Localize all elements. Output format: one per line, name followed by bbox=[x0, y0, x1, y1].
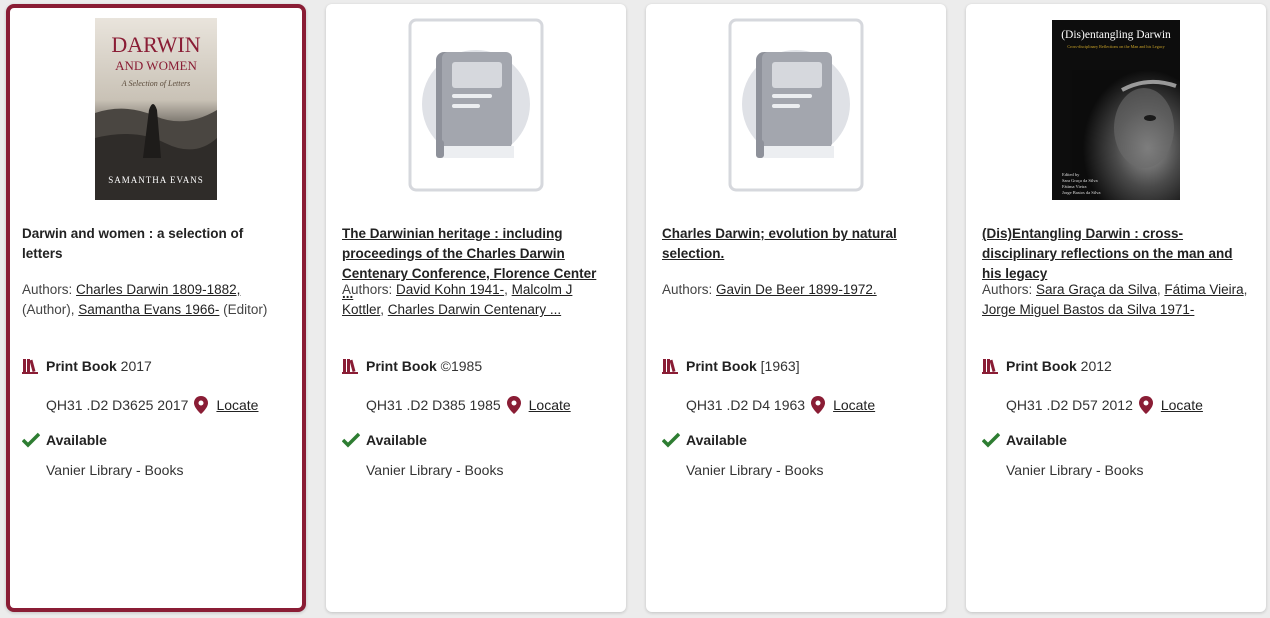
checkmark-icon bbox=[22, 432, 40, 448]
book-cover[interactable] bbox=[646, 18, 946, 200]
map-pin-icon bbox=[506, 396, 521, 414]
publication-year: 2012 bbox=[1080, 358, 1112, 374]
book-cover[interactable]: DARWIN AND WOMEN A Selection of Letters … bbox=[10, 18, 302, 200]
author-link[interactable]: Fátima Vieira bbox=[1164, 282, 1243, 297]
locate-link[interactable]: Locate bbox=[216, 397, 258, 413]
result-title[interactable]: Darwin and women : a selection of letter… bbox=[22, 224, 282, 264]
locate-link[interactable]: Locate bbox=[529, 397, 571, 413]
call-number: QH31 .D2 D57 2012 bbox=[1006, 397, 1133, 413]
author-role: (Editor) bbox=[223, 302, 268, 317]
availability-row: Available bbox=[22, 432, 107, 448]
authors-label: Authors: bbox=[662, 282, 713, 297]
author-link[interactable]: Gavin De Beer 1899-1972. bbox=[716, 282, 877, 297]
author-link[interactable]: Charles Darwin 1809-1882, bbox=[76, 282, 240, 297]
author-link[interactable]: Sara Graça da Silva bbox=[1036, 282, 1157, 297]
availability-status: Available bbox=[366, 432, 427, 448]
availability-status: Available bbox=[686, 432, 747, 448]
checkmark-icon bbox=[662, 432, 680, 448]
availability-row: Available bbox=[662, 432, 747, 448]
map-pin-icon bbox=[1138, 396, 1153, 414]
publication-year: [1963] bbox=[760, 358, 800, 374]
availability-status: Available bbox=[46, 432, 107, 448]
cover-editor: Sara Graça da Silva bbox=[1062, 178, 1098, 183]
publication-year: 2017 bbox=[120, 358, 152, 374]
books-icon bbox=[982, 359, 998, 374]
library-location: Vanier Library - Books bbox=[686, 462, 824, 478]
locate-link[interactable]: Locate bbox=[1161, 397, 1203, 413]
result-title[interactable]: (Dis)Entangling Darwin : cross-disciplin… bbox=[982, 224, 1246, 284]
library-location: Vanier Library - Books bbox=[366, 462, 504, 478]
result-title[interactable]: Charles Darwin; evolution by natural sel… bbox=[662, 224, 926, 264]
result-card[interactable]: DARWIN AND WOMEN A Selection of Letters … bbox=[6, 4, 306, 612]
locate-link[interactable]: Locate bbox=[833, 397, 875, 413]
authors-list: Authors: Gavin De Beer 1899-1972. bbox=[662, 280, 928, 300]
library-location: Vanier Library - Books bbox=[46, 462, 184, 478]
result-card[interactable]: (Dis)entangling Darwin Cross-disciplinar… bbox=[966, 4, 1266, 612]
cover-editor: Jorge Bastos da Silva bbox=[1062, 190, 1101, 195]
publication-year: ©1985 bbox=[440, 358, 483, 374]
authors-label: Authors: bbox=[22, 282, 73, 297]
format-label: Print Book bbox=[46, 358, 117, 374]
authors-label: Authors: bbox=[342, 282, 393, 297]
author-link[interactable]: David Kohn 1941- bbox=[396, 282, 504, 297]
author-link[interactable]: Charles Darwin Centenary ... bbox=[388, 302, 561, 317]
book-cover[interactable]: (Dis)entangling Darwin Cross-disciplinar… bbox=[966, 20, 1266, 202]
availability-row: Available bbox=[342, 432, 427, 448]
checkmark-icon bbox=[342, 432, 360, 448]
books-icon bbox=[22, 359, 38, 374]
library-location: Vanier Library - Books bbox=[1006, 462, 1144, 478]
cover-author: SAMANTHA EVANS bbox=[108, 175, 204, 185]
call-number: QH31 .D2 D4 1963 bbox=[686, 397, 806, 413]
book-placeholder-icon[interactable] bbox=[728, 18, 864, 194]
format-label: Print Book bbox=[1006, 358, 1077, 374]
cover-title: DARWIN bbox=[111, 32, 200, 57]
cover-subtitle: Cross-disciplinary Reflections on the Ma… bbox=[1067, 44, 1165, 49]
checkmark-icon bbox=[982, 432, 1000, 448]
call-number-row: QH31 .D2 D385 1985 Locate bbox=[366, 396, 571, 414]
authors-label: Authors: bbox=[982, 282, 1033, 297]
result-card[interactable]: Charles Darwin; evolution by natural sel… bbox=[646, 4, 946, 612]
format-row: Print Book 2017 bbox=[22, 358, 152, 374]
author-link[interactable]: Samantha Evans 1966- bbox=[78, 302, 219, 317]
availability-status: Available bbox=[1006, 432, 1067, 448]
format-label: Print Book bbox=[686, 358, 757, 374]
books-icon bbox=[342, 359, 358, 374]
authors-list: Authors: Charles Darwin 1809-1882, (Auth… bbox=[22, 280, 284, 320]
call-number-row: QH31 .D2 D57 2012 Locate bbox=[1006, 396, 1203, 414]
availability-row: Available bbox=[982, 432, 1067, 448]
cover-subtitle: AND WOMEN bbox=[115, 58, 197, 73]
format-row: Print Book 2012 bbox=[982, 358, 1112, 374]
author-role: (Author), bbox=[22, 302, 75, 317]
format-label: Print Book bbox=[366, 358, 437, 374]
result-card[interactable]: The Darwinian heritage : including proce… bbox=[326, 4, 626, 612]
book-cover-image[interactable]: (Dis)entangling Darwin Cross-disciplinar… bbox=[1052, 20, 1180, 200]
map-pin-icon bbox=[811, 396, 826, 414]
format-row: Print Book ©1985 bbox=[342, 358, 482, 374]
book-placeholder-icon[interactable] bbox=[408, 18, 544, 194]
books-icon bbox=[662, 359, 678, 374]
cover-tagline: A Selection of Letters bbox=[121, 79, 191, 88]
book-cover[interactable] bbox=[326, 18, 626, 200]
cover-title: (Dis)entangling Darwin bbox=[1061, 29, 1171, 41]
format-row: Print Book [1963] bbox=[662, 358, 800, 374]
author-link[interactable]: Jorge Miguel Bastos da Silva 1971- bbox=[982, 302, 1194, 317]
book-cover-image[interactable]: DARWIN AND WOMEN A Selection of Letters … bbox=[95, 18, 217, 200]
authors-list: Authors: Sara Graça da Silva, Fátima Vie… bbox=[982, 282, 1248, 317]
cover-editors-label: Edited by bbox=[1062, 172, 1080, 177]
authors-list: Authors: David Kohn 1941-, Malcolm J Kot… bbox=[342, 282, 573, 317]
call-number-row: QH31 .D2 D3625 2017 Locate bbox=[46, 396, 258, 414]
map-pin-icon bbox=[194, 396, 209, 414]
call-number: QH31 .D2 D3625 2017 bbox=[46, 397, 189, 413]
cover-editor: Fátima Vieira bbox=[1062, 184, 1087, 189]
call-number: QH31 .D2 D385 1985 bbox=[366, 397, 501, 413]
call-number-row: QH31 .D2 D4 1963 Locate bbox=[686, 396, 875, 414]
